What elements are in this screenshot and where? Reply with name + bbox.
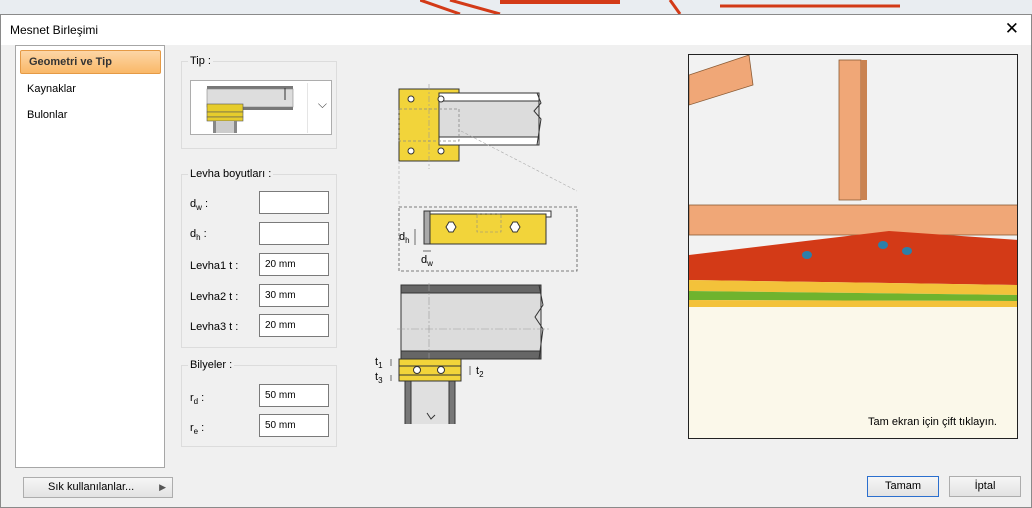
dh-label: dh : bbox=[190, 228, 207, 243]
3d-model-render bbox=[689, 55, 1017, 438]
rollers-group-title: Bilyeler : bbox=[188, 359, 235, 371]
plate2-thickness-label: Levha2 t : bbox=[190, 291, 239, 303]
dh-input[interactable] bbox=[259, 222, 329, 245]
sidebar-nav: Geometri ve Tip Kaynaklar Bulonlar bbox=[15, 45, 165, 468]
sidebar-item-welds[interactable]: Kaynaklar bbox=[16, 76, 164, 102]
ok-button[interactable]: Tamam bbox=[867, 476, 939, 497]
rd-label: rd : bbox=[190, 392, 205, 407]
t3-dimension-label: t3 bbox=[375, 371, 383, 385]
plate3-thickness-label: Levha3 t : bbox=[190, 321, 239, 333]
support-connection-dialog: Mesnet Birleşimi ✕ Geometri ve Tip Kayna… bbox=[0, 14, 1032, 508]
dw-input[interactable] bbox=[259, 191, 329, 214]
plate2-thickness-input[interactable]: 30 mm bbox=[259, 284, 329, 307]
cancel-button[interactable]: İptal bbox=[949, 476, 1021, 497]
favorites-button-label: Sık kullanılanlar... bbox=[48, 481, 135, 493]
plate3-thickness-input[interactable]: 20 mm bbox=[259, 314, 329, 337]
plate1-thickness-label: Levha1 t : bbox=[190, 260, 239, 272]
fullscreen-hint: Tam ekran için çift tıklayın. bbox=[868, 416, 997, 428]
title-bar: Mesnet Birleşimi ✕ bbox=[1, 15, 1031, 45]
favorites-button[interactable]: Sık kullanılanlar... ▶ bbox=[23, 477, 173, 498]
type-thumbnail-icon bbox=[206, 86, 294, 133]
t2-dimension-label: t2 bbox=[476, 365, 484, 379]
sidebar-item-bolts[interactable]: Bulonlar bbox=[16, 102, 164, 128]
re-label: re : bbox=[190, 422, 205, 437]
background-steel-frame bbox=[420, 0, 900, 14]
dh-dimension-label: dh bbox=[399, 231, 410, 245]
plate1-thickness-input[interactable]: 20 mm bbox=[259, 253, 329, 276]
chevron-down-icon[interactable]: ⌵ bbox=[318, 97, 327, 112]
t1-dimension-label: t1 bbox=[375, 356, 383, 370]
rd-input[interactable]: 50 mm bbox=[259, 384, 329, 407]
plate-group-title: Levha boyutları : bbox=[188, 168, 274, 180]
close-icon[interactable]: ✕ bbox=[1005, 20, 1019, 37]
chevron-right-icon: ▶ bbox=[159, 482, 166, 492]
sidebar-item-geometry[interactable]: Geometri ve Tip bbox=[20, 50, 161, 74]
connection-diagram: dh dw t1 t3 t2 bbox=[375, 84, 578, 424]
type-group-title: Tip : bbox=[188, 55, 213, 67]
dw-label: dw : bbox=[190, 198, 209, 213]
3d-preview[interactable]: Tam ekran için çift tıklayın. bbox=[688, 54, 1018, 439]
re-input[interactable]: 50 mm bbox=[259, 414, 329, 437]
type-select[interactable]: ⌵ bbox=[190, 80, 332, 135]
dialog-title: Mesnet Birleşimi bbox=[10, 23, 99, 37]
dw-dimension-label: dw bbox=[421, 254, 433, 268]
